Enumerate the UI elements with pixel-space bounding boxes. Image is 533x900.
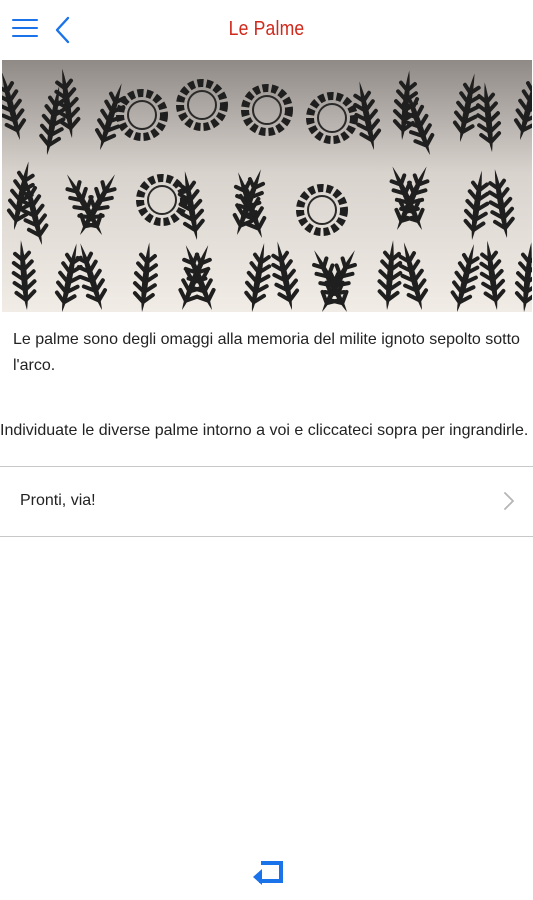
page-title: Le Palme [228, 18, 305, 40]
start-tour-label: Pronti, via! [20, 492, 96, 509]
palm-wreaths-photo [2, 60, 532, 312]
start-tour-row[interactable]: Pronti, via! [0, 466, 533, 537]
intro-text: Le palme sono degli omaggi alla memoria … [13, 331, 520, 374]
instructions-text: Individuate le diverse palme intorno a v… [0, 422, 529, 439]
chevron-right-icon [503, 491, 515, 511]
hero-image [2, 60, 532, 312]
return-arrow-icon[interactable] [251, 857, 285, 887]
top-navigation-bar: Le Palme [0, 0, 533, 60]
